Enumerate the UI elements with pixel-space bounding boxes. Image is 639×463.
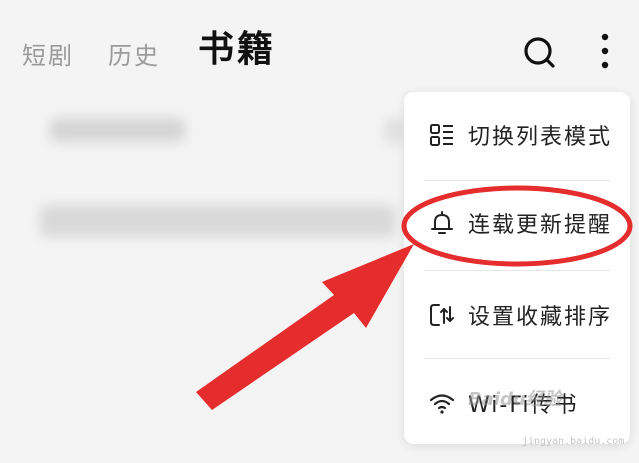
menu-item-set-favorite-sort[interactable]: 设置收藏排序 bbox=[404, 272, 630, 358]
bell-icon bbox=[428, 209, 456, 237]
watermark-url: jingyan.baidu.com bbox=[522, 436, 625, 447]
menu-item-label: 设置收藏排序 bbox=[468, 305, 613, 330]
list-grid-icon bbox=[428, 121, 456, 149]
menu-divider bbox=[424, 358, 610, 359]
blurred-book-meta bbox=[385, 118, 403, 144]
bookshelf-page: 短剧 历史 书籍 切换列表模式 连载更新提醒 设置收藏排序 Wi-Fi传书 Ba… bbox=[0, 0, 639, 463]
more-vertical-icon[interactable] bbox=[594, 30, 616, 72]
search-icon[interactable] bbox=[520, 32, 560, 72]
menu-item-label: 连载更新提醒 bbox=[468, 213, 613, 238]
menu-divider bbox=[424, 270, 610, 271]
blurred-book-row bbox=[40, 205, 395, 237]
tab-history[interactable]: 历史 bbox=[108, 36, 160, 71]
menu-item-label: 切换列表模式 bbox=[468, 125, 613, 150]
watermark-logo: Baidu经验 bbox=[468, 389, 562, 410]
menu-item-switch-list-mode[interactable]: 切换列表模式 bbox=[404, 92, 630, 178]
blurred-book-title bbox=[50, 118, 185, 142]
tab-short-drama[interactable]: 短剧 bbox=[22, 36, 74, 71]
tab-books[interactable]: 书籍 bbox=[198, 20, 276, 72]
sort-icon bbox=[428, 301, 456, 329]
pointer-arrow bbox=[196, 244, 414, 410]
wifi-icon bbox=[428, 389, 456, 417]
menu-item-serial-update-reminder[interactable]: 连载更新提醒 bbox=[404, 180, 630, 266]
